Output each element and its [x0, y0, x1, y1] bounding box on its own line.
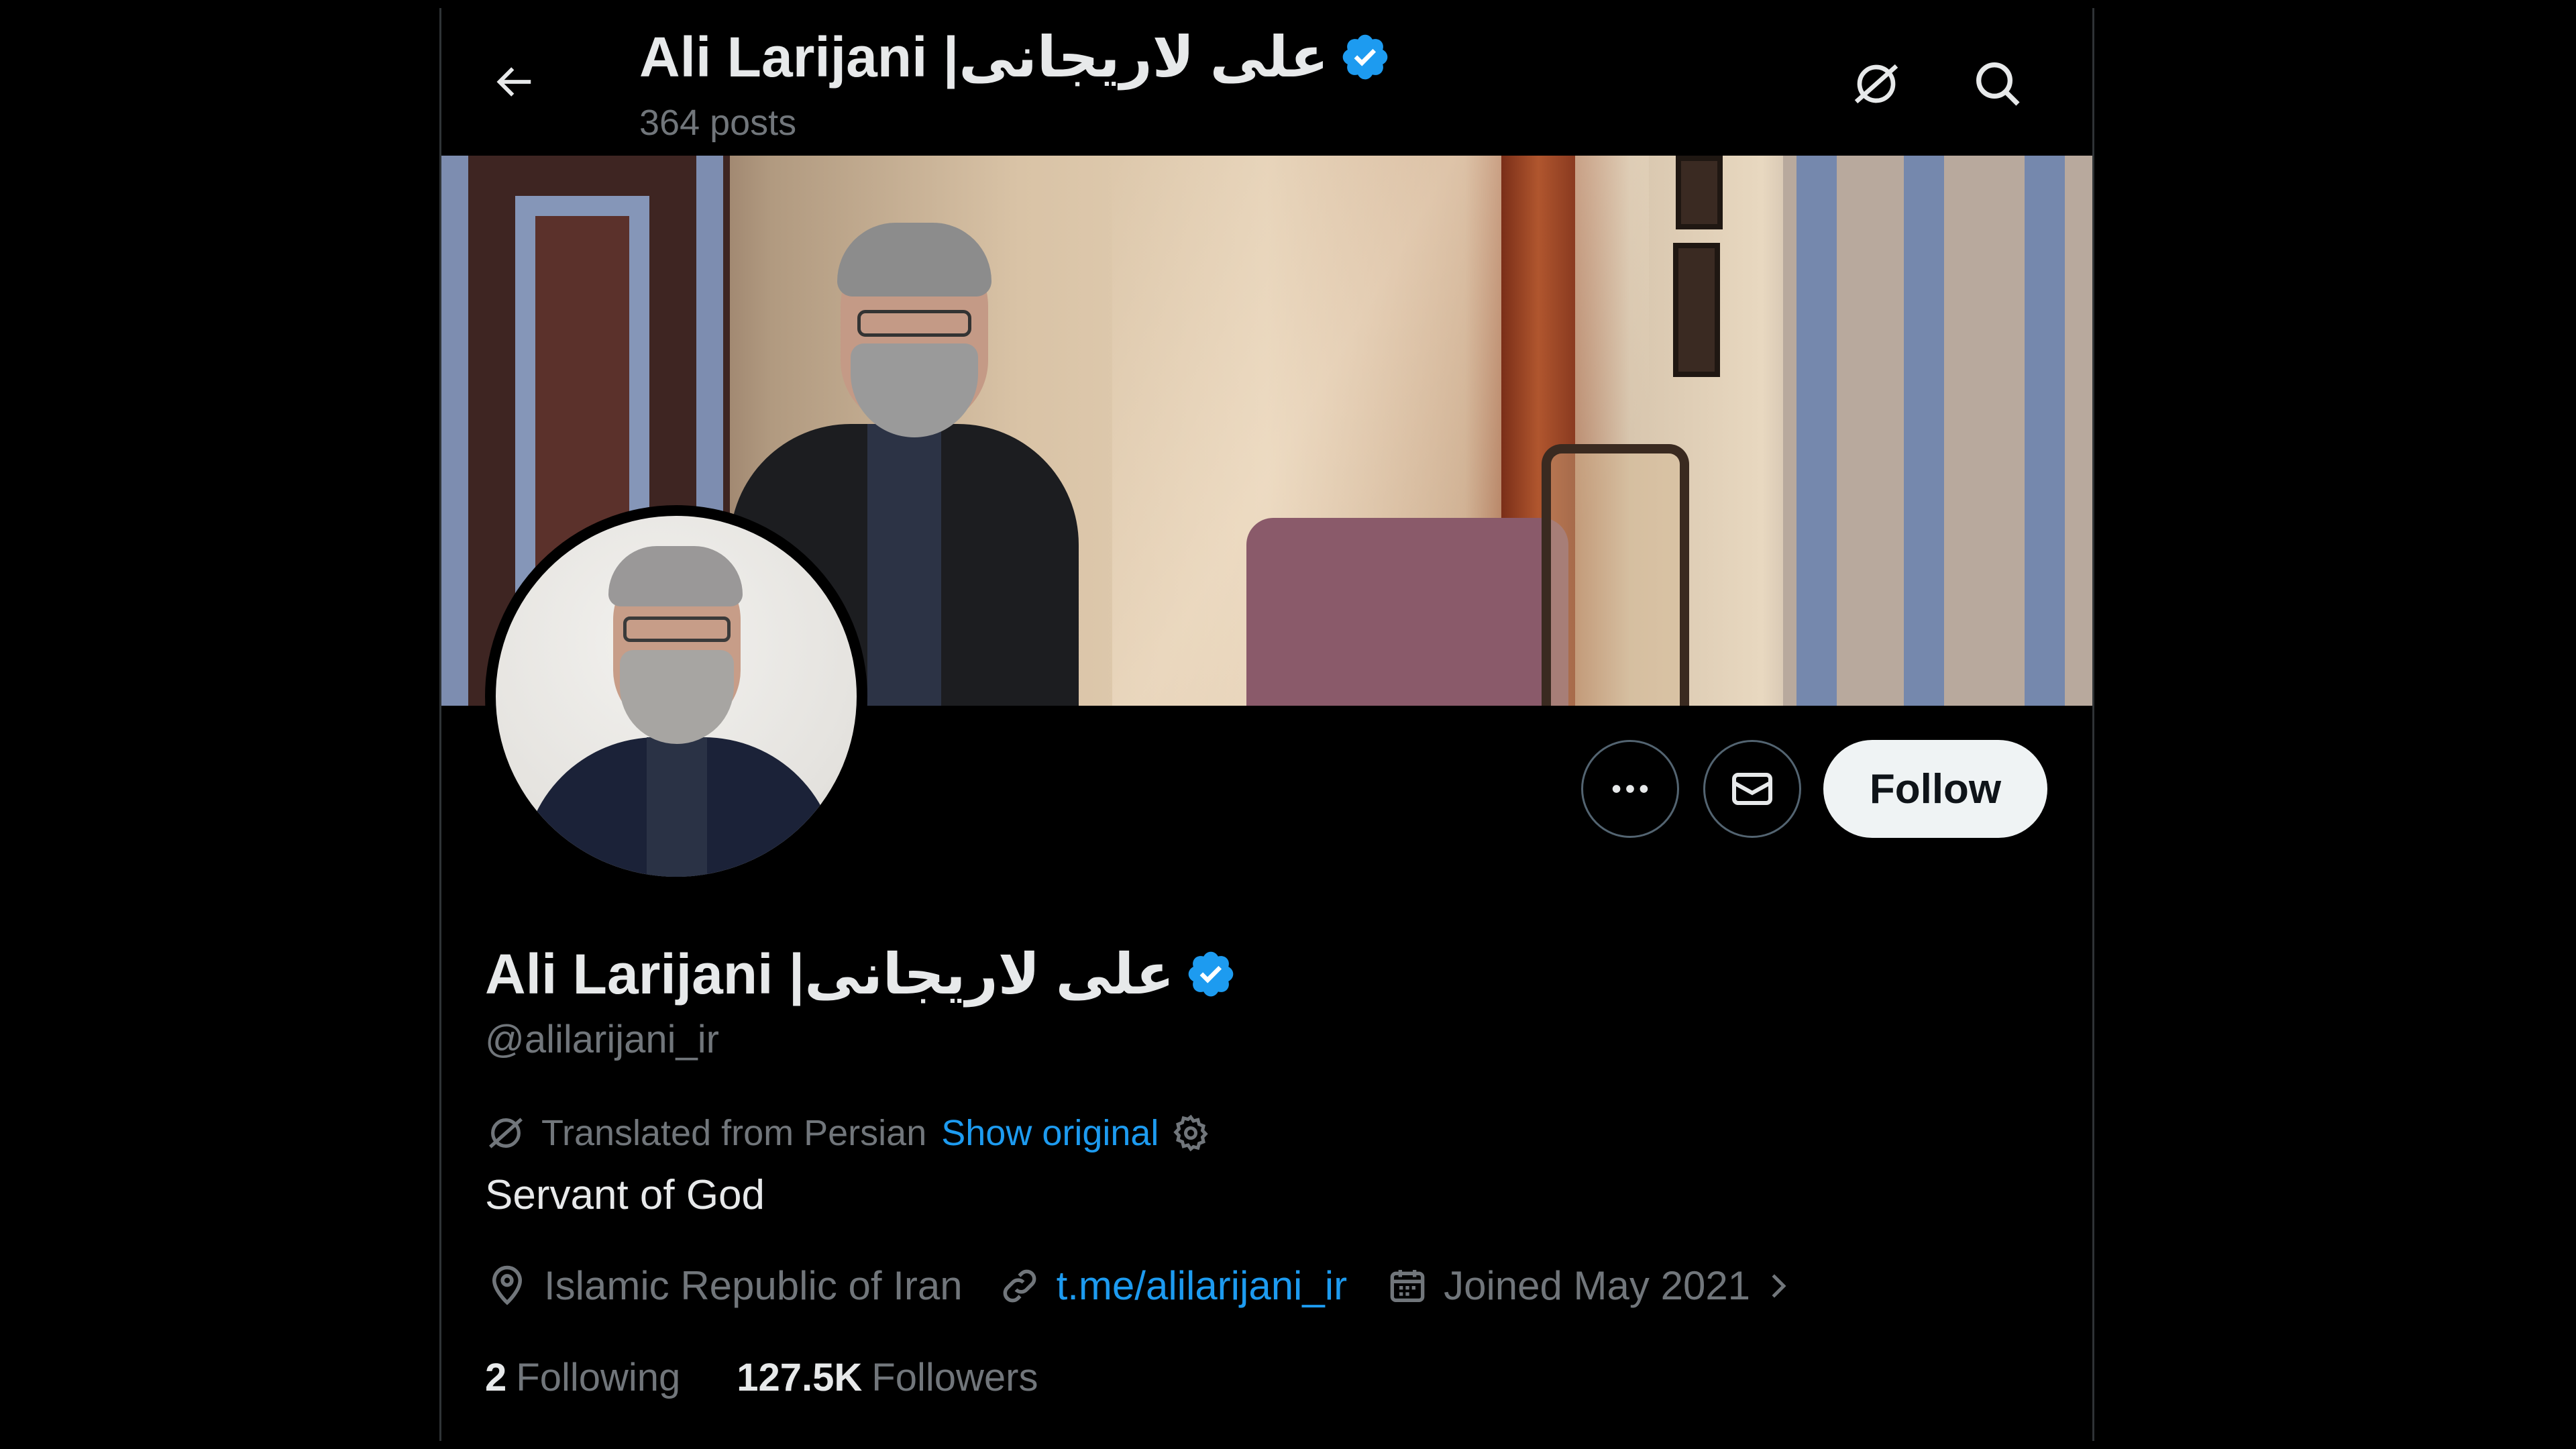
- header-name-ar: علی لاریجانی: [959, 25, 1329, 89]
- followers-count: 127.5K: [737, 1356, 863, 1399]
- banner-picture-frame: [1676, 156, 1723, 229]
- location-item: Islamic Republic of Iran: [485, 1258, 963, 1314]
- location-text: Islamic Republic of Iran: [544, 1263, 963, 1308]
- search-icon: [1976, 62, 2020, 106]
- profile-name-ar: علی لاریجانی: [804, 943, 1175, 1006]
- no-translate-icon: [1854, 64, 1898, 104]
- joined-item[interactable]: Joined May 2021: [1386, 1258, 1796, 1314]
- website-item: t.me/alilarijani_ir: [998, 1258, 1347, 1314]
- link-icon: [1003, 1269, 1036, 1303]
- banner-chair: [1542, 444, 1689, 706]
- back-button[interactable]: [483, 55, 543, 109]
- profile-bio: Servant of God: [485, 1172, 765, 1218]
- arrow-left-icon: [496, 67, 531, 97]
- profile-avatar[interactable]: [485, 505, 867, 888]
- header-name-en: Ali Larijani |: [639, 25, 959, 89]
- followers-label: Followers: [871, 1356, 1038, 1399]
- following-link[interactable]: 2 Following: [485, 1351, 680, 1405]
- banner-picture-frame: [1673, 243, 1720, 377]
- message-button[interactable]: [1703, 740, 1801, 838]
- following-count: 2: [485, 1356, 507, 1399]
- chevron-right-icon: [1772, 1274, 1786, 1298]
- show-original-link[interactable]: Show original: [941, 1108, 1159, 1159]
- more-horizontal-icon: [1612, 785, 1648, 793]
- no-translate-icon: [489, 1118, 523, 1148]
- banner-door-right: [1783, 156, 2092, 706]
- profile-name-en: Ali Larijani |: [485, 943, 805, 1006]
- followers-link[interactable]: 127.5K Followers: [737, 1351, 1038, 1405]
- more-button[interactable]: [1581, 740, 1679, 838]
- header-title: Ali Larijani | علی لاریجانی: [639, 23, 1391, 91]
- location-pin-icon: [492, 1265, 523, 1305]
- translation-notice: Translated from Persian Show original: [485, 1108, 1211, 1159]
- translated-label: Translated from Persian: [541, 1113, 927, 1153]
- profile-handle: @alilarijani_ir: [485, 1018, 719, 1061]
- verified-badge-icon: [1343, 34, 1388, 80]
- profile-stats: 2 Following 127.5K Followers: [485, 1351, 1038, 1405]
- banner-sofa: [1246, 518, 1568, 706]
- joined-text: Joined May 2021: [1444, 1263, 1751, 1308]
- translate-toggle-button[interactable]: [1843, 50, 1910, 117]
- website-link[interactable]: t.me/alilarijani_ir: [1057, 1258, 1347, 1314]
- gear-icon: [1173, 1114, 1209, 1152]
- following-label: Following: [516, 1356, 681, 1399]
- search-button[interactable]: [1964, 50, 2031, 117]
- profile-meta: Islamic Republic of Iran t.me/alilarijan…: [485, 1258, 1796, 1314]
- calendar-icon: [1390, 1270, 1425, 1302]
- verified-badge-icon: [1189, 951, 1234, 997]
- posts-count: 364 posts: [639, 103, 797, 143]
- translation-settings-button[interactable]: [1171, 1113, 1211, 1153]
- profile-name: Ali Larijani | علی لاریجانی: [485, 937, 1237, 1011]
- follow-button[interactable]: Follow: [1823, 740, 2047, 838]
- mail-icon: [1732, 773, 1772, 805]
